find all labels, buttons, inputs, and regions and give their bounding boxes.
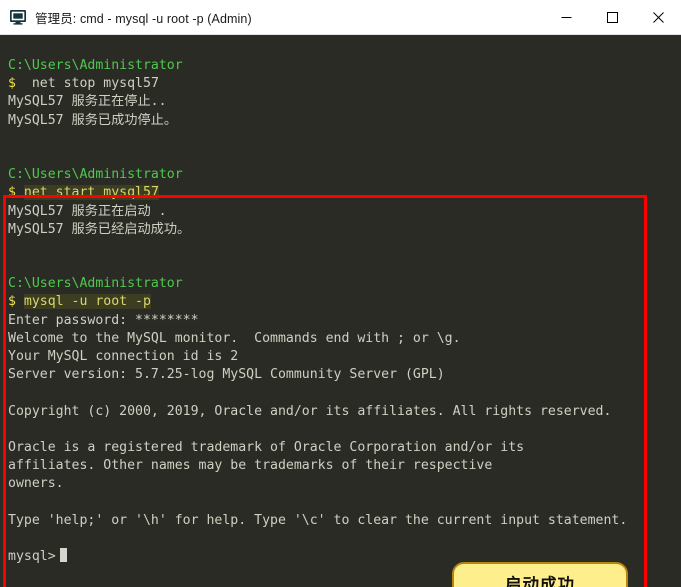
- success-callout-label: 启动成功: [505, 575, 575, 587]
- window-controls: [543, 0, 681, 34]
- terminal-line: owners.: [8, 476, 64, 492]
- terminal-line: MySQL57 服务正在停止..: [8, 94, 167, 110]
- minimize-icon: [561, 16, 571, 18]
- close-button[interactable]: [635, 0, 681, 34]
- terminal-line: Oracle is a registered trademark of Orac…: [8, 439, 525, 455]
- terminal-line: $ mysql -u root -p: [8, 294, 151, 310]
- terminal-line: C:\Users\Administrator: [8, 276, 183, 292]
- console-text: C:\Users\Administrator $ net stop mysql57…: [8, 57, 676, 566]
- terminal-line: $ net start mysql57: [8, 185, 159, 201]
- terminal-output-area[interactable]: C:\Users\Administrator $ net stop mysql57…: [0, 35, 681, 587]
- maximize-button[interactable]: [589, 0, 635, 34]
- command-prompt-window: 管理员: cmd - mysql -u root -p (Admin) C:\U…: [0, 0, 681, 587]
- terminal-line: affiliates. Other names may be trademark…: [8, 458, 493, 474]
- terminal-line: Welcome to the MySQL monitor. Commands e…: [8, 330, 461, 346]
- terminal-line: C:\Users\Administrator: [8, 167, 183, 183]
- window-titlebar[interactable]: 管理员: cmd - mysql -u root -p (Admin): [0, 0, 681, 35]
- terminal-line: Enter password: ********: [8, 312, 199, 328]
- terminal-line: MySQL57 服务已成功停止。: [8, 112, 178, 128]
- terminal-line: MySQL57 服务正在启动 .: [8, 203, 167, 219]
- terminal-line: C:\Users\Administrator: [8, 58, 183, 73]
- terminal-line: Your MySQL connection id is 2: [8, 349, 239, 364]
- terminal-line: Server version: 5.7.25-log MySQL Communi…: [8, 367, 445, 383]
- minimize-button[interactable]: [543, 0, 589, 34]
- maximize-icon: [606, 11, 618, 23]
- window-title: 管理员: cmd - mysql -u root -p (Admin): [35, 11, 252, 26]
- success-callout: 启动成功: [452, 562, 628, 587]
- terminal-line: MySQL57 服务已经启动成功。: [8, 221, 191, 237]
- terminal-line: Copyright (c) 2000, 2019, Oracle and/or …: [8, 403, 612, 419]
- console-window-icon: [10, 10, 26, 25]
- terminal-line: Type 'help;' or '\h' for help. Type '\c'…: [8, 512, 628, 528]
- terminal-line: $ net stop mysql57: [8, 76, 159, 92]
- close-icon: [652, 11, 664, 23]
